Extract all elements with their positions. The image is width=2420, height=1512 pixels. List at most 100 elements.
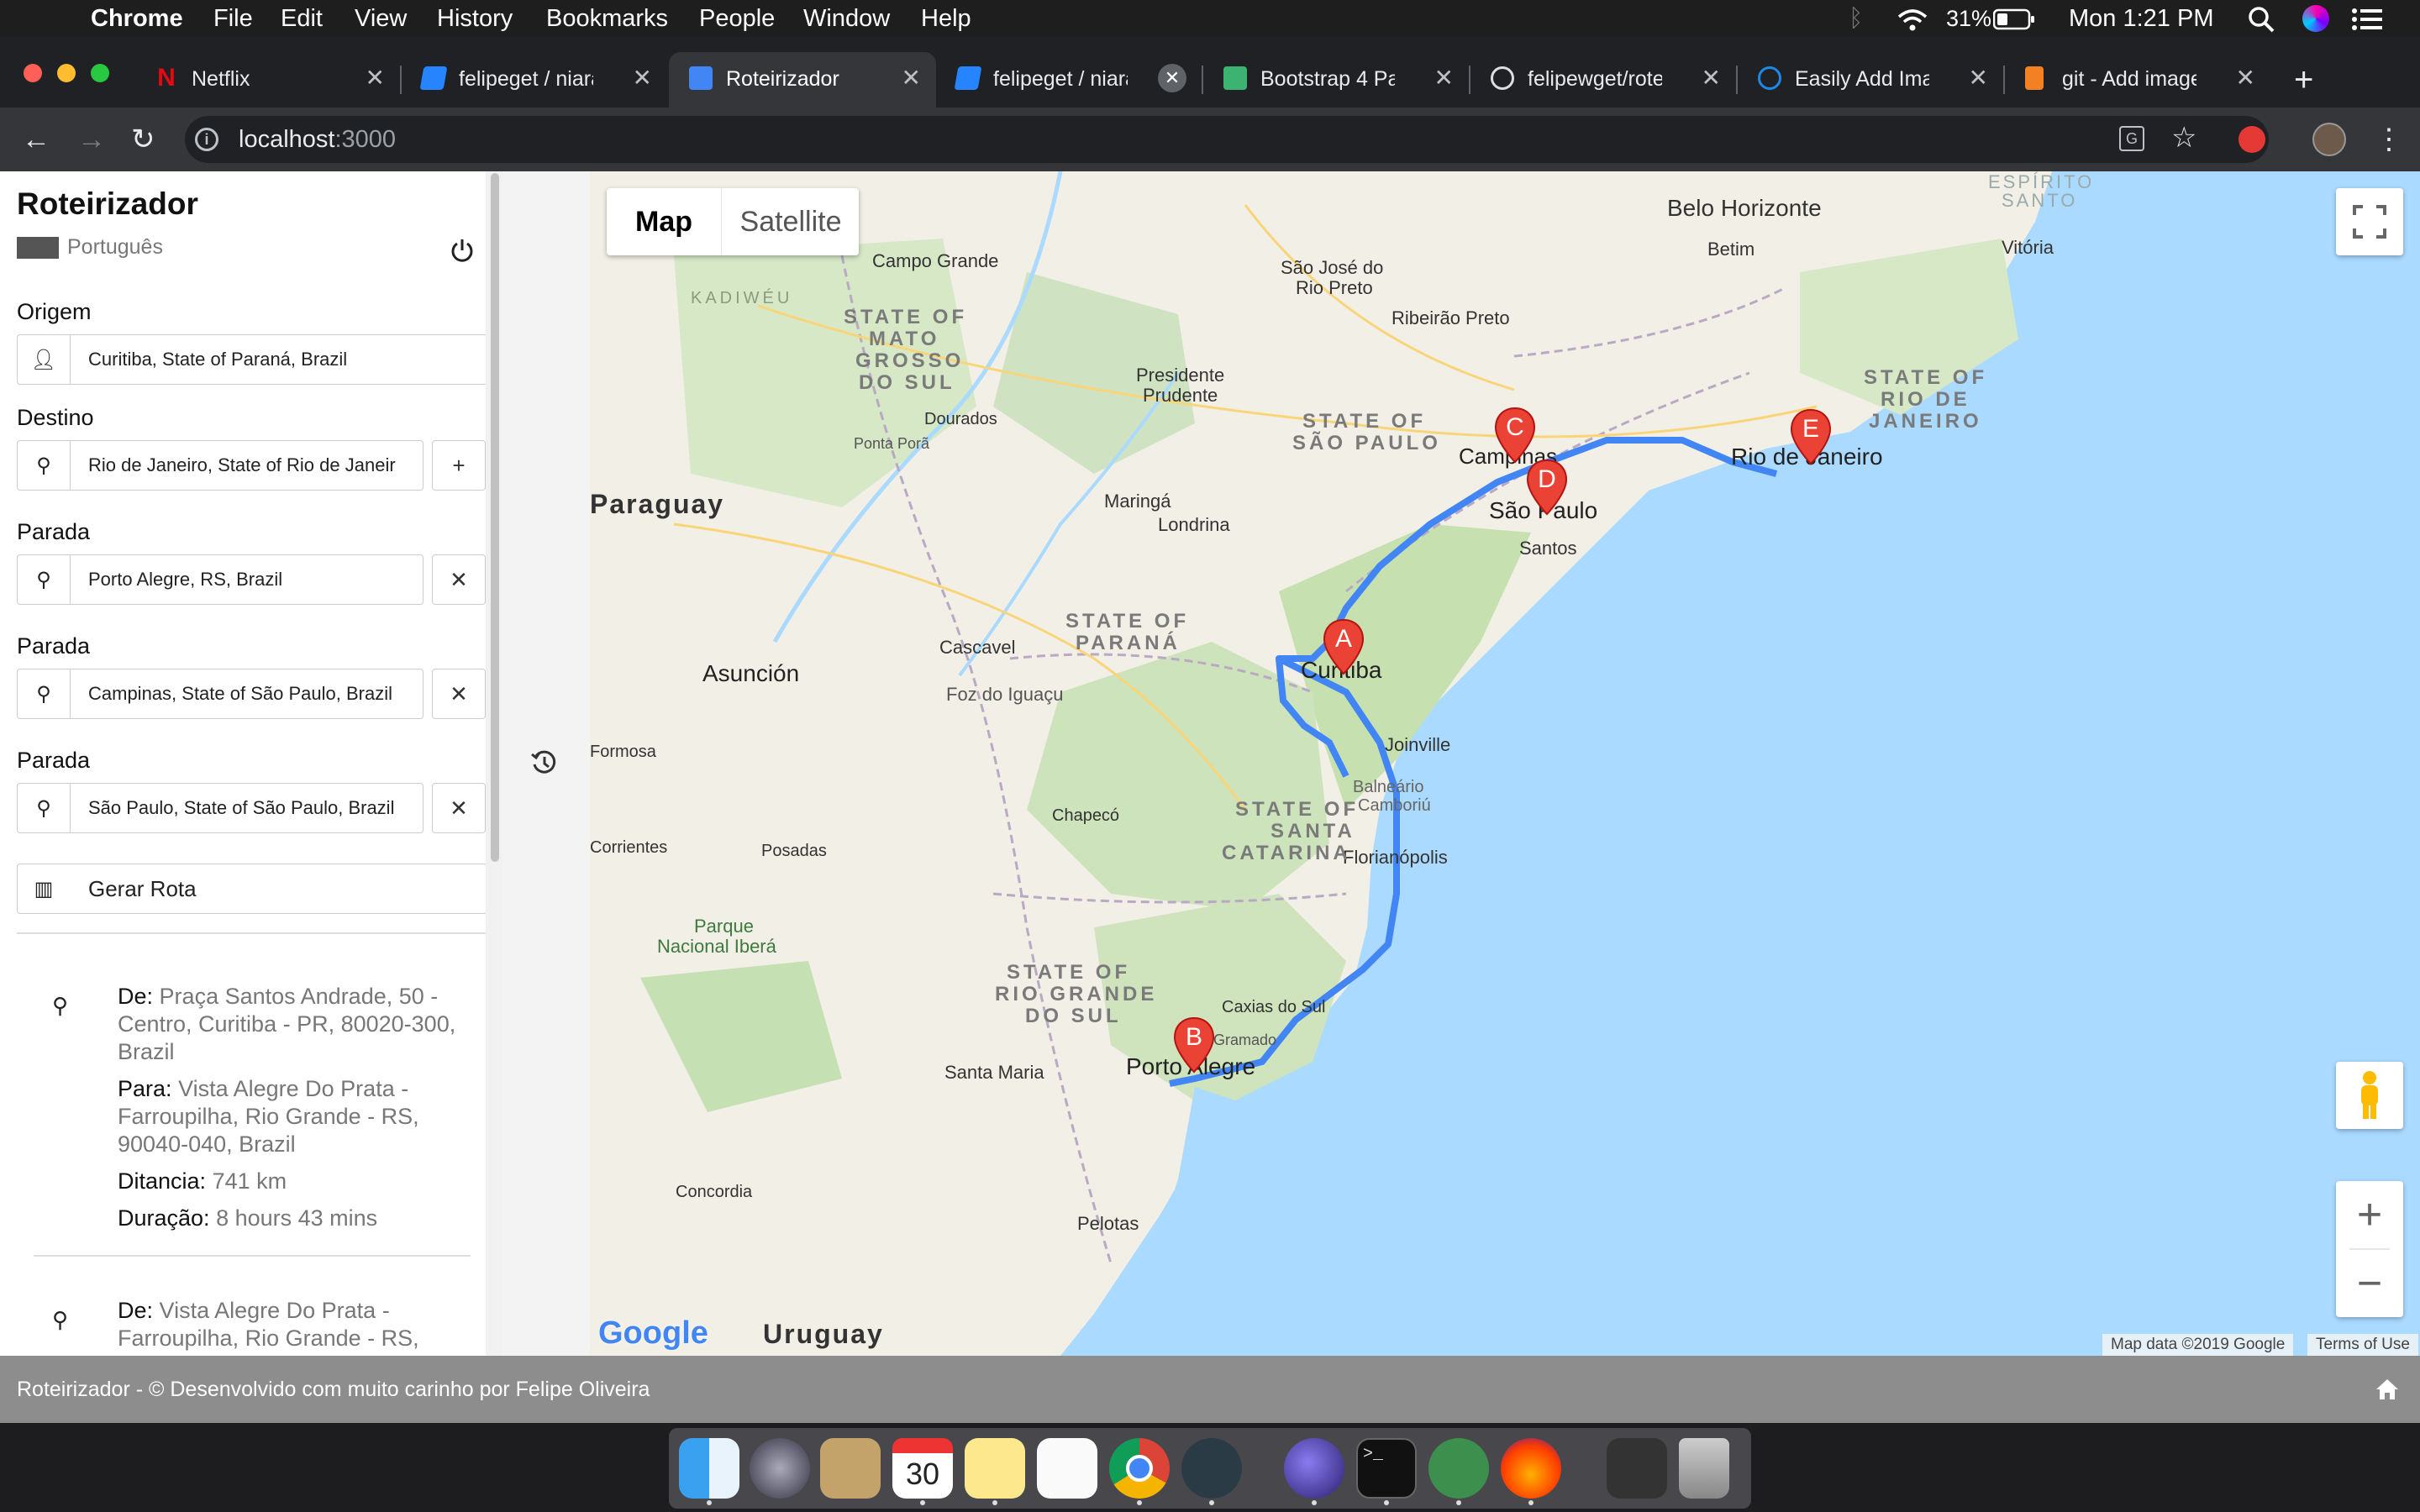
tab-close-icon[interactable]: ✕ [1434, 64, 1454, 92]
add-stop-button[interactable]: + [432, 440, 486, 491]
notification-center-icon[interactable] [2351, 7, 2383, 32]
street-view-pegman[interactable] [2336, 1062, 2403, 1129]
chrome-icon[interactable] [1109, 1438, 1170, 1499]
spotlight-search-icon[interactable] [2247, 5, 2275, 34]
launchpad-icon[interactable] [750, 1438, 810, 1499]
profile-avatar[interactable] [2312, 123, 2346, 156]
reload-icon[interactable]: ↻ [131, 123, 155, 156]
chrome-menu-icon[interactable]: ⋮ [2375, 123, 2403, 156]
tab-easily-add-image[interactable]: Easily Add Image ✕ [1738, 52, 2003, 108]
google-map[interactable]: Belo Horizonte Betim ESPÍRITO SANTO Vitó… [590, 171, 2420, 1356]
finder-icon[interactable] [679, 1438, 739, 1499]
route-marker[interactable]: B [1173, 1016, 1215, 1079]
tab-close-icon[interactable]: ✕ [902, 64, 921, 92]
tab-netflix[interactable]: N Netflix ✕ [134, 52, 400, 108]
generate-route-button[interactable]: ▥ Gerar Rota [17, 864, 487, 914]
address-bar[interactable]: i localhost:3000 G ☆ [185, 116, 2269, 163]
rocket-app-icon[interactable] [1428, 1438, 1489, 1499]
reminders-icon[interactable] [1037, 1438, 1097, 1499]
remove-stop-button[interactable]: ✕ [432, 783, 486, 833]
tab-close-icon[interactable]: ✕ [1702, 64, 1721, 92]
tab-bootstrap[interactable]: Bootstrap 4 Pagi ✕ [1203, 52, 1469, 108]
trash-icon[interactable] [1679, 1438, 1729, 1499]
language-selector[interactable]: Português [67, 235, 163, 260]
back-arrow-icon[interactable]: ← [22, 123, 50, 156]
tab-close-icon[interactable]: ✕ [1969, 64, 1988, 92]
from-address: Farroupilha, Rio Grande - RS, [118, 1326, 419, 1351]
stop-input[interactable]: ⚲ Porto Alegre, RS, Brazil [17, 554, 424, 605]
app-moon-icon[interactable] [1284, 1438, 1344, 1499]
atom-icon[interactable] [1181, 1438, 1242, 1499]
terminal-icon[interactable]: >_ [1356, 1438, 1417, 1499]
map-label: Prudente [1143, 385, 1218, 406]
battery-icon[interactable] [1993, 8, 2035, 30]
map-label: Belo Horizonte [1667, 195, 1822, 221]
menu-app-name[interactable]: Chrome [91, 4, 183, 33]
map-label: JANEIRO [1869, 410, 1982, 433]
bluetooth-icon[interactable]: ᛒ [1849, 4, 1863, 33]
menu-view[interactable]: View [355, 4, 407, 33]
stop-input[interactable]: ⚲ São Paulo, State of São Paulo, Brazil [17, 783, 424, 833]
menu-file[interactable]: File [213, 4, 253, 33]
menu-clock[interactable]: Mon 1:21 PM [2069, 4, 2213, 33]
menu-people[interactable]: People [699, 4, 775, 33]
map-type-satellite-button[interactable]: Satellite [721, 188, 860, 255]
remove-stop-button[interactable]: ✕ [432, 554, 486, 605]
tab-stackoverflow[interactable]: git - Add images ✕ [2005, 52, 2270, 108]
translate-icon[interactable]: G [2119, 126, 2144, 151]
menu-edit[interactable]: Edit [281, 4, 323, 33]
window-close-button[interactable] [24, 64, 42, 82]
preview-icon[interactable] [820, 1438, 881, 1499]
url-text[interactable]: localhost:3000 [239, 124, 396, 155]
menu-bookmarks[interactable]: Bookmarks [546, 4, 668, 33]
map-type-map-button[interactable]: Map [607, 188, 721, 255]
map-label: Asunción [702, 660, 800, 686]
forward-arrow-icon[interactable]: → [77, 123, 106, 156]
map-label: São José do [1281, 257, 1384, 278]
destination-input[interactable]: ⚲ Rio de Janeiro, State of Rio de Janeir [17, 440, 424, 491]
window-zoom-button[interactable] [91, 64, 109, 82]
power-icon[interactable] [449, 237, 476, 264]
bookmark-star-icon[interactable]: ☆ [2171, 121, 2196, 155]
zoom-out-button[interactable]: − [2336, 1250, 2403, 1317]
origin-input[interactable]: 👤︎ Curitiba, State of Paraná, Brazil [17, 334, 487, 385]
info-icon[interactable]: i [195, 128, 218, 151]
stop-value: São Paulo, State of São Paulo, Brazil [88, 797, 395, 818]
stop-input[interactable]: ⚲ Campinas, State of São Paulo, Brazil [17, 669, 424, 719]
route-marker[interactable]: A [1323, 618, 1365, 681]
tab-close-icon[interactable]: ✕ [1158, 64, 1186, 92]
zoom-in-button[interactable]: + [2336, 1181, 2403, 1248]
menu-history[interactable]: History [437, 4, 513, 33]
tab-roteirizador[interactable]: Roteirizador ✕ [669, 52, 936, 108]
tab-github[interactable]: felipewget/roteir ✕ [1470, 52, 1736, 108]
map-label: Uruguay [763, 1319, 884, 1349]
history-icon[interactable] [529, 748, 560, 778]
map-label: Caxias do Sul [1222, 998, 1326, 1016]
menu-window[interactable]: Window [803, 4, 890, 33]
recent-window-icon[interactable] [1607, 1438, 1667, 1499]
terms-of-use-link[interactable]: Terms of Use [2307, 1334, 2418, 1356]
fullscreen-button[interactable] [2336, 188, 2403, 255]
route-marker[interactable]: D [1526, 459, 1568, 522]
tab-close-icon[interactable]: ✕ [366, 64, 385, 92]
tab-close-icon[interactable]: ✕ [2236, 64, 2255, 92]
wifi-icon[interactable] [1896, 7, 1929, 32]
google-logo[interactable]: Google [598, 1315, 708, 1352]
sidebar-scrollbar-thumb[interactable] [491, 173, 499, 862]
siri-icon[interactable] [2302, 5, 2329, 32]
menu-help[interactable]: Help [921, 4, 971, 33]
firefox-icon[interactable] [1501, 1438, 1561, 1499]
new-tab-button[interactable]: + [2294, 59, 2313, 101]
tab-bitbucket-1[interactable]: felipeget / niara- ✕ [402, 52, 667, 108]
tab-close-icon[interactable]: ✕ [633, 64, 652, 92]
map-label: Gramado [1213, 1032, 1277, 1048]
tab-bitbucket-2[interactable]: felipeget / niara- ✕ [936, 52, 1202, 108]
language-flag-icon[interactable] [17, 237, 59, 259]
window-minimize-button[interactable] [57, 64, 76, 82]
route-marker[interactable]: E [1790, 408, 1832, 471]
adblock-extension-icon[interactable] [2238, 126, 2265, 153]
home-icon[interactable] [2375, 1378, 2400, 1401]
calendar-icon[interactable]: 30 [892, 1438, 953, 1499]
remove-stop-button[interactable]: ✕ [432, 669, 486, 719]
notes-icon[interactable] [965, 1438, 1025, 1499]
